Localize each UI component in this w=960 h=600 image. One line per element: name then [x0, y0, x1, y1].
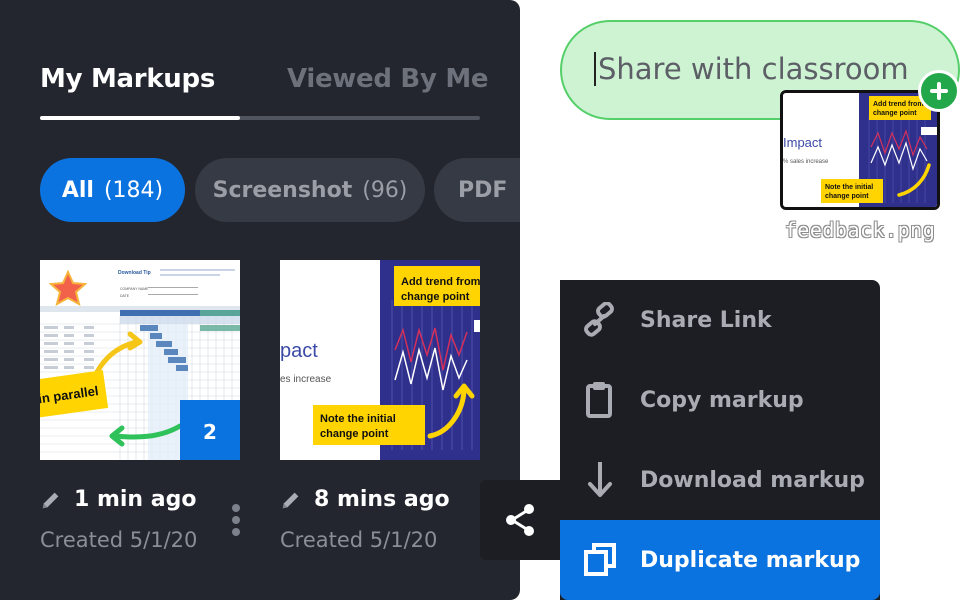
dragged-file-name: feedback.png: [784, 218, 936, 242]
tab-viewed-by-me[interactable]: Viewed By Me: [287, 64, 489, 94]
pencil-icon: [42, 492, 59, 508]
menu-item-label: Share Link: [640, 307, 772, 333]
filter-chip-label: PDF: [458, 177, 508, 203]
menu-item-label: Download markup: [640, 467, 865, 493]
drag-preview-title: Impact: [783, 135, 822, 150]
share-icon: [506, 504, 534, 536]
stage: My Markups Viewed By Me All (184) Screen…: [0, 0, 960, 600]
share-button[interactable]: [480, 480, 560, 560]
filter-chip-label: All: [61, 177, 94, 203]
slide-preview: pact es increase Add trend from change p…: [280, 260, 480, 460]
dragged-slide-preview: Impact % sales increase Add trend from c…: [783, 93, 937, 207]
clipboard-icon: [586, 382, 612, 418]
markup-thumbnail-1[interactable]: Download Tip COMPANY NAME DATE in parall…: [40, 260, 240, 460]
markup-time-label: 8 mins ago: [314, 487, 450, 512]
preview-subtitle: es increase: [280, 374, 332, 385]
share-menu: Share Link Copy markup Download markup D…: [560, 280, 880, 600]
menu-item-label: Copy markup: [640, 387, 804, 413]
markup-created-1: Created 5/1/20: [40, 528, 198, 552]
markup-time-1: 1 min ago: [40, 487, 196, 512]
filter-chip-count: (184): [103, 177, 164, 203]
markup-time-2: 8 mins ago: [280, 487, 450, 512]
filter-chip-screenshot[interactable]: Screenshot (96): [195, 158, 425, 222]
filter-chip-label: Screenshot: [212, 177, 353, 203]
markup-thumbnail-2[interactable]: pact es increase Add trend from change p…: [280, 260, 480, 460]
preview-note-bottom-2: change point: [320, 428, 389, 440]
drag-preview-note-top-1: Add trend from: [873, 101, 924, 108]
preview-header: Download Tip: [118, 270, 151, 276]
duplicate-icon: [584, 543, 616, 576]
markup-time-label: 1 min ago: [74, 487, 197, 512]
markup-created-2: Created 5/1/20: [280, 528, 438, 552]
markups-panel: My Markups Viewed By Me All (184) Screen…: [0, 0, 520, 600]
filter-chip-all[interactable]: All (184): [40, 158, 185, 222]
download-icon: [588, 462, 612, 497]
preview-note-top-2: change point: [401, 291, 470, 303]
preview-field-date: DATE: [120, 294, 130, 298]
kebab-menu-icon[interactable]: [229, 502, 243, 538]
menu-item-copy-markup[interactable]: Copy markup: [560, 360, 880, 440]
spreadsheet-preview: Download Tip COMPANY NAME DATE in parall…: [40, 260, 240, 460]
menu-item-label: Duplicate markup: [640, 547, 861, 573]
drag-preview-note-top-2: change point: [873, 110, 917, 117]
dragged-file-thumbnail[interactable]: Impact % sales increase Add trend from c…: [780, 90, 940, 210]
tab-my-markups[interactable]: My Markups: [40, 64, 215, 94]
menu-item-duplicate-markup[interactable]: Duplicate markup: [560, 520, 880, 600]
drag-preview-note-bottom-1: Note the initial: [825, 184, 873, 191]
drag-preview-note-bottom-2: change point: [825, 193, 869, 200]
add-plus-icon: [918, 70, 960, 112]
share-target-text: Share with classroom: [594, 52, 909, 86]
preview-title: pact: [280, 340, 318, 362]
preview-note-top-1: Add trend from: [401, 276, 480, 288]
tab-indicator: [40, 116, 240, 120]
pencil-icon: [282, 492, 299, 508]
tab-track: [40, 116, 480, 120]
preview-field-company: COMPANY NAME: [120, 287, 149, 291]
preview-note-bottom-1: Note the initial: [320, 413, 396, 425]
drag-preview-subtitle: % sales increase: [783, 159, 829, 165]
menu-item-download-markup[interactable]: Download markup: [560, 440, 880, 520]
markup-count-badge: 2: [203, 420, 217, 444]
link-icon: [584, 302, 614, 337]
menu-item-share-link[interactable]: Share Link: [560, 280, 880, 360]
filter-chip-pdf[interactable]: PDF: [434, 158, 520, 222]
filter-chip-count: (96): [362, 177, 408, 203]
